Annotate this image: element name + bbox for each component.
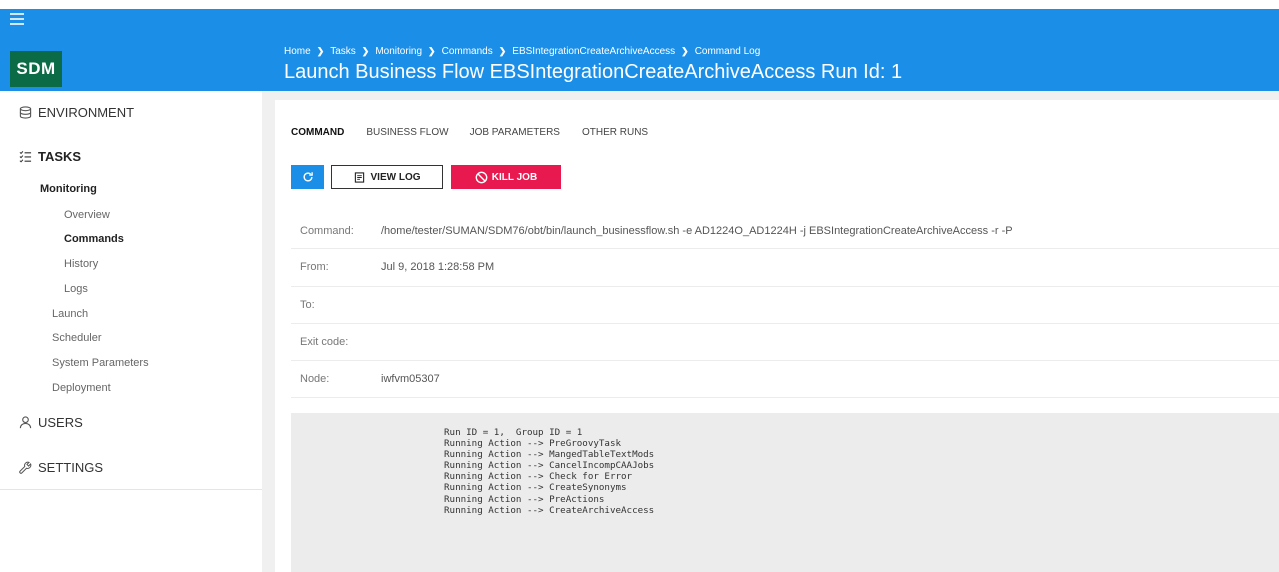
top-strip (0, 0, 1279, 9)
sidebar-item-label: ENVIRONMENT (38, 105, 135, 120)
tab-job-parameters[interactable]: JOB PARAMETERS (470, 127, 560, 138)
sidebar-item-system-parameters[interactable]: System Parameters (52, 357, 149, 369)
node-value: iwfvm05307 (381, 373, 440, 385)
command-value: /home/tester/SUMAN/SDM76/obt/bin/launch_… (381, 225, 1013, 237)
sidebar-item-logs[interactable]: Logs (64, 283, 88, 295)
refresh-button[interactable] (291, 165, 324, 189)
from-row: From: Jul 9, 2018 1:28:58 PM (291, 261, 1279, 287)
kill-job-button[interactable]: KILL JOB (451, 165, 561, 189)
sidebar-item-users[interactable]: USERS (18, 415, 83, 430)
sidebar-divider (0, 489, 262, 490)
view-log-button[interactable]: VIEW LOG (331, 165, 443, 189)
database-icon (18, 106, 32, 120)
chevron-right-icon: ❯ (681, 46, 689, 56)
sidebar-item-label: USERS (38, 415, 83, 430)
sidebar-item-deployment[interactable]: Deployment (52, 382, 111, 394)
sidebar-item-environment[interactable]: ENVIRONMENT (18, 105, 134, 120)
sidebar-item-launch[interactable]: Launch (52, 308, 88, 320)
breadcrumb-home[interactable]: Home (284, 46, 311, 57)
app-window: SDM Home ❯ Tasks ❯ Monitoring ❯ Commands ❯ EBSIn… (0, 0, 1279, 572)
refresh-icon (303, 172, 313, 182)
breadcrumb-tasks[interactable]: Tasks (330, 46, 356, 57)
command-label: Command: (300, 225, 354, 237)
exit-code-label: Exit code: (300, 336, 349, 348)
log-output[interactable]: Run ID = 1, Group ID = 1 Running Action … (291, 413, 1279, 572)
prohibit-icon (475, 171, 488, 183)
to-row: To: (291, 299, 1279, 324)
tab-business-flow[interactable]: BUSINESS FLOW (366, 127, 448, 138)
page-title: Launch Business Flow EBSIntegrationCreat… (284, 61, 903, 83)
sdm-logo[interactable]: SDM (10, 51, 62, 87)
chevron-right-icon: ❯ (316, 46, 325, 56)
breadcrumb-commands[interactable]: Commands (442, 46, 493, 57)
breadcrumb-business-flow[interactable]: EBSIntegrationCreateArchiveAccess (512, 46, 675, 57)
breadcrumb: Home ❯ Tasks ❯ Monitoring ❯ Commands ❯ EBSIntegr… (284, 46, 760, 57)
kill-job-label: KILL JOB (491, 171, 538, 183)
sidebar-item-monitoring[interactable]: Monitoring (40, 183, 97, 195)
document-icon (354, 171, 364, 183)
chevron-right-icon: ❯ (361, 46, 370, 56)
checklist-icon (18, 150, 32, 164)
log-text: Run ID = 1, Group ID = 1 Running Action … (444, 427, 655, 516)
chevron-right-icon: ❯ (498, 46, 507, 56)
command-row: Command: /home/tester/SUMAN/SDM76/obt/bi… (291, 225, 1279, 249)
app-header: SDM Home ❯ Tasks ❯ Monitoring ❯ Commands ❯ EBSIn… (0, 9, 1279, 91)
wrench-icon (18, 461, 32, 475)
to-label: To: (300, 299, 315, 311)
sidebar: ENVIRONMENT TASKS Monitoring Overview Co… (0, 91, 262, 572)
from-label: From: (300, 261, 329, 273)
sidebar-item-tasks[interactable]: TASKS (18, 149, 81, 164)
sidebar-item-label: TASKS (38, 149, 82, 164)
tab-command[interactable]: COMMAND (291, 127, 344, 138)
breadcrumb-monitoring[interactable]: Monitoring (375, 46, 422, 57)
sidebar-item-scheduler[interactable]: Scheduler (52, 332, 102, 344)
sidebar-item-label: SETTINGS (38, 460, 104, 475)
user-icon (18, 416, 32, 430)
exit-code-row: Exit code: (291, 336, 1279, 361)
breadcrumb-command-log: Command Log (694, 46, 761, 57)
tab-other-runs[interactable]: OTHER RUNS (582, 127, 648, 138)
node-row: Node: iwfvm05307 (291, 373, 1279, 398)
menu-icon[interactable] (10, 13, 24, 25)
node-label: Node: (300, 373, 330, 385)
sidebar-item-settings[interactable]: SETTINGS (18, 460, 103, 475)
view-log-label: VIEW LOG (370, 171, 421, 183)
sidebar-item-overview[interactable]: Overview (64, 209, 110, 221)
chevron-right-icon: ❯ (428, 46, 436, 56)
from-value: Jul 9, 2018 1:28:58 PM (381, 261, 495, 273)
sidebar-item-history[interactable]: History (64, 258, 98, 270)
tab-bar: COMMAND BUSINESS FLOW JOB PARAMETERS OTH… (291, 127, 648, 138)
sidebar-item-commands[interactable]: Commands (64, 233, 124, 245)
